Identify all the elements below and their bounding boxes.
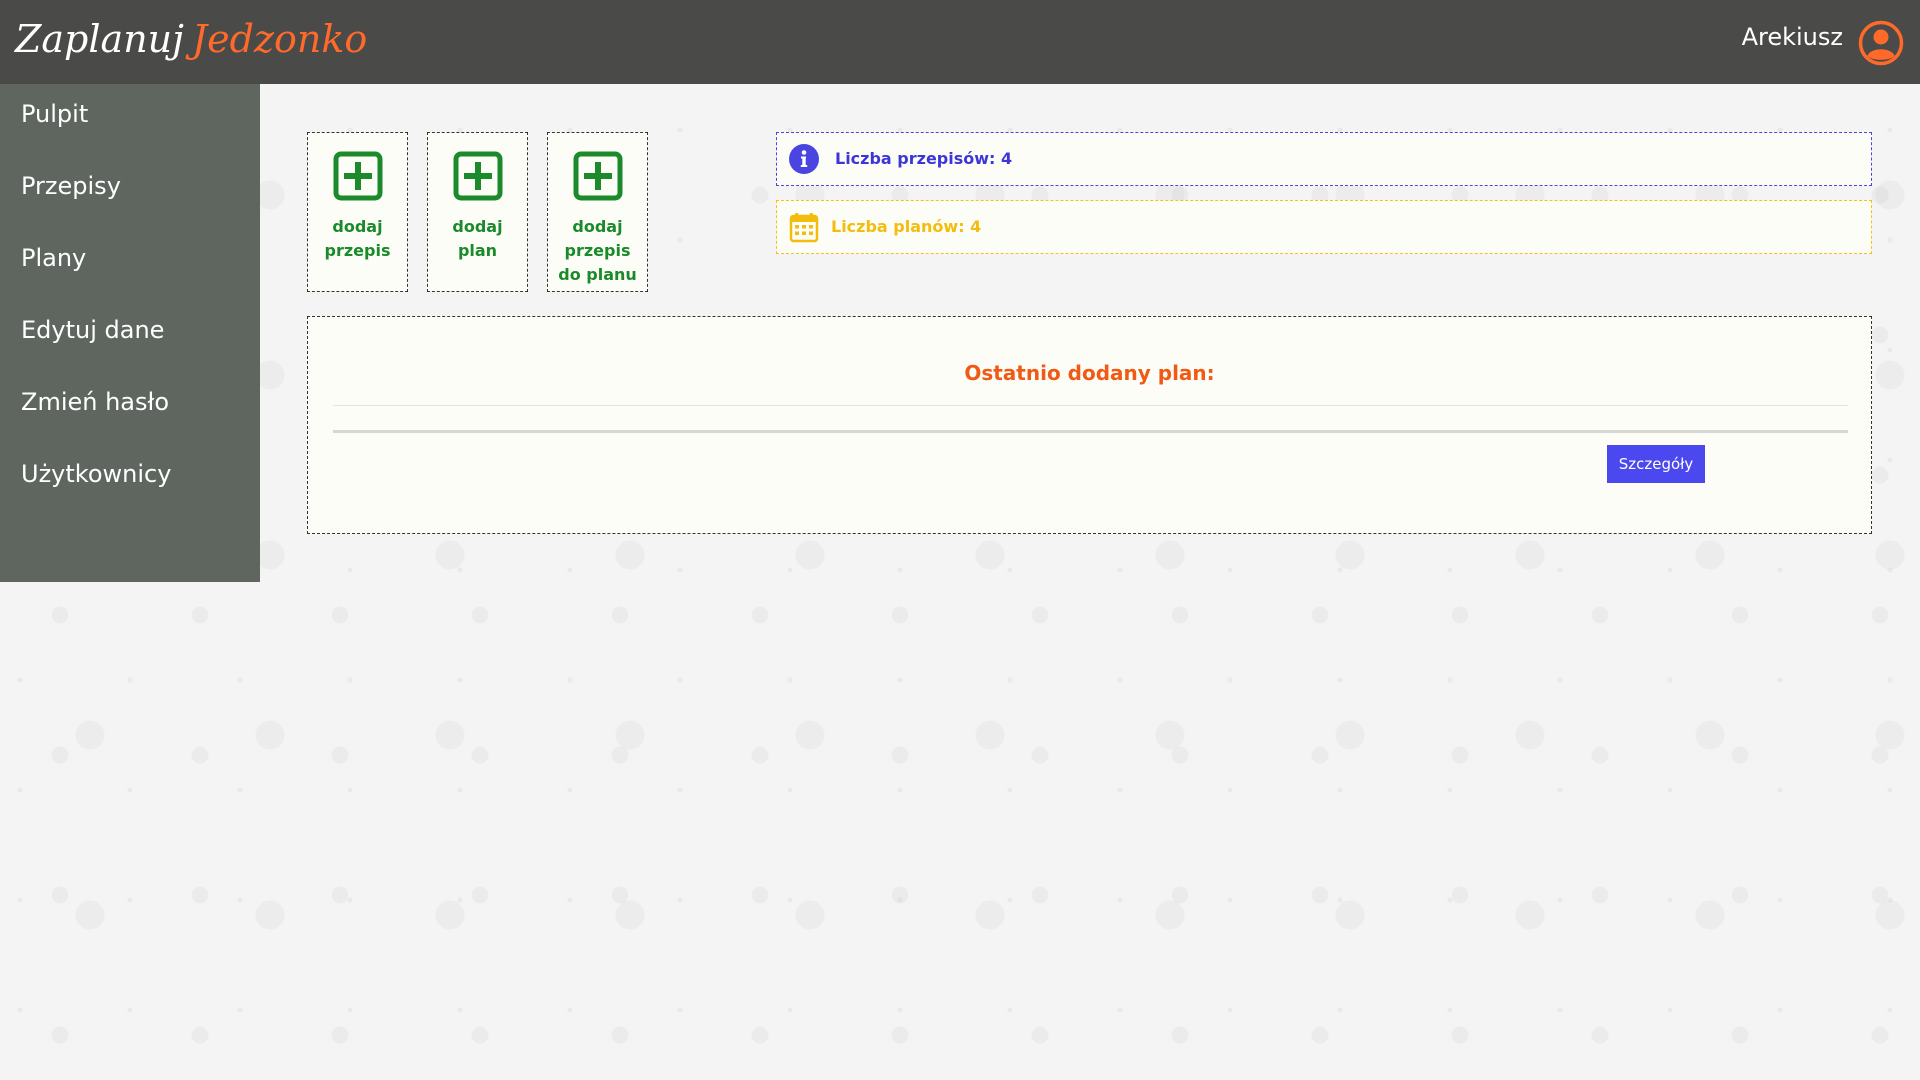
plan-count-box: Liczba planów: 4 (776, 200, 1872, 254)
user-name[interactable]: Arekiusz (1742, 22, 1843, 52)
sidebar-item-edytuj-dane[interactable]: Edytuj dane (0, 306, 260, 378)
add-recipe-label: dodaj przepis (324, 217, 391, 260)
logo-text-part2: Jedzonko (191, 17, 368, 61)
sidebar-item-przepisy[interactable]: Przepisy (0, 162, 260, 234)
sidebar-item-plany[interactable]: Plany (0, 234, 260, 306)
last-plan-panel: Ostatnio dodany plan: Szczegóły (307, 316, 1872, 534)
info-icon (789, 144, 819, 174)
plus-square-icon (573, 151, 622, 201)
plan-count-text: Liczba planów: 4 (831, 217, 982, 236)
user-circle-icon[interactable] (1858, 20, 1904, 66)
calendar-icon (789, 213, 819, 243)
add-plan-button[interactable]: dodaj plan (427, 132, 528, 292)
plus-square-icon (453, 151, 502, 201)
add-recipe-to-plan-button[interactable]: dodaj przepis do planu (547, 132, 648, 292)
last-plan-title: Ostatnio dodany plan: (964, 361, 1215, 385)
add-plan-label: dodaj plan (452, 217, 503, 260)
sidebar: Pulpit Przepisy Plany Edytuj dane Zmień … (0, 84, 260, 582)
add-recipe-to-plan-label: dodaj przepis do planu (558, 217, 637, 284)
recipe-count-text: Liczba przepisów: 4 (835, 149, 1013, 168)
divider (333, 405, 1848, 406)
add-recipe-button[interactable]: dodaj przepis (307, 132, 408, 292)
recipe-count-box: Liczba przepisów: 4 (776, 132, 1872, 186)
details-button[interactable]: Szczegóły (1607, 445, 1705, 483)
divider (333, 430, 1848, 433)
sidebar-item-zmien-haslo[interactable]: Zmień hasło (0, 378, 260, 450)
logo-text-part1: Zaplanuj (15, 17, 184, 61)
app-logo[interactable]: Zaplanuj Jedzonko (15, 14, 367, 64)
top-bar: Zaplanuj Jedzonko Arekiusz (0, 0, 1920, 84)
plus-square-icon (333, 151, 382, 201)
sidebar-item-pulpit[interactable]: Pulpit (0, 90, 260, 162)
sidebar-item-uzytkownicy[interactable]: Użytkownicy (0, 450, 260, 522)
